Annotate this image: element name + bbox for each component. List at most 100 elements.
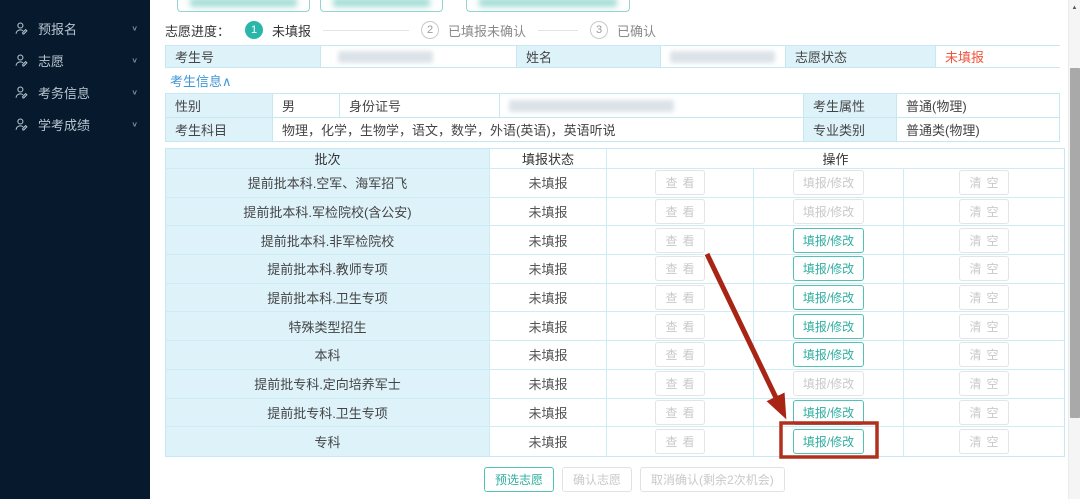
chevron-down-icon: ∨ xyxy=(131,120,138,129)
candidate-info-table: 性别 男 身份证号 考生属性 普通(物理) 考生科目 物理，化学，生物学，语文，… xyxy=(165,93,1060,142)
exam-no-value xyxy=(321,46,517,67)
name-value xyxy=(661,46,786,67)
operation-cell: 清空 xyxy=(904,169,1064,198)
footer-action-bar: 预选志愿确认志愿取消确认(剩余2次机会) xyxy=(484,467,785,492)
top-action-button-2[interactable] xyxy=(320,0,443,12)
fill-modify-button[interactable]: 填报/修改 xyxy=(793,256,864,281)
candidate-attribute-value: 普通(物理) xyxy=(897,94,1059,117)
batch-cell: 提前批本科.教师专项 xyxy=(166,255,490,284)
view-button: 查看 xyxy=(655,342,704,367)
step-circle: 2 xyxy=(421,21,439,39)
sidebar-item-label: 学考成绩 xyxy=(38,115,131,134)
candidate-summary-table: 考生号 姓名 志愿状态 未填报 xyxy=(165,45,1060,68)
status-cell: 未填报 xyxy=(490,399,607,428)
clear-button: 清空 xyxy=(959,256,1008,281)
operation-cell: 填报/修改 xyxy=(754,427,904,456)
fill-modify-button[interactable]: 填报/修改 xyxy=(793,342,864,367)
view-button: 查看 xyxy=(655,429,704,454)
scrollbar[interactable]: ▲ xyxy=(1068,0,1080,499)
operation-cell: 清空 xyxy=(904,427,1064,456)
operation-cell: 清空 xyxy=(904,198,1064,227)
progress-steps: 1未填报2已填报未确认3已确认 xyxy=(236,21,656,40)
operation-cell: 清空 xyxy=(904,370,1064,399)
sidebar-item-1[interactable]: 预报名∨ xyxy=(0,12,150,44)
id-number-label: 身份证号 xyxy=(340,94,500,117)
operation-cell: 查看 xyxy=(607,399,754,428)
view-button: 查看 xyxy=(655,371,704,396)
fill-modify-button: 填报/修改 xyxy=(793,199,864,224)
step-label: 未填报 xyxy=(272,21,311,40)
candidate-info-link[interactable]: 考生信息∧ xyxy=(170,71,232,90)
blurred-text xyxy=(479,0,617,7)
batch-cell: 本科 xyxy=(166,341,490,370)
chevron-down-icon: ∨ xyxy=(131,24,138,33)
candidate-info-link-label: 考生信息 xyxy=(170,74,222,89)
view-button: 查看 xyxy=(655,199,704,224)
operation-cell: 填报/修改 xyxy=(754,341,904,370)
view-button: 查看 xyxy=(655,314,704,339)
sidebar-item-3[interactable]: 考务信息∨ xyxy=(0,76,150,108)
header-operation: 操作 xyxy=(607,149,1064,169)
operation-cell: 清空 xyxy=(904,399,1064,428)
status-cell: 未填报 xyxy=(490,341,607,370)
sidebar-item-2[interactable]: 志愿∨ xyxy=(0,44,150,76)
clear-button: 清空 xyxy=(959,342,1008,367)
operation-cell: 查看 xyxy=(607,312,754,341)
scrollbar-thumb[interactable] xyxy=(1070,68,1080,418)
batch-cell: 专科 xyxy=(166,427,490,456)
clear-button: 清空 xyxy=(959,400,1008,425)
progress-label: 志愿进度： xyxy=(165,21,230,40)
user-edit-icon xyxy=(14,117,29,132)
batch-cell: 特殊类型招生 xyxy=(166,312,490,341)
operation-cell: 填报/修改 xyxy=(754,312,904,341)
preselect-volunteer-button[interactable]: 预选志愿 xyxy=(484,467,554,492)
fill-modify-button[interactable]: 填报/修改 xyxy=(793,400,864,425)
sidebar: 预报名∨志愿∨考务信息∨学考成绩∨ xyxy=(0,0,150,499)
clear-button: 清空 xyxy=(959,314,1008,339)
view-button: 查看 xyxy=(655,400,704,425)
blurred-text xyxy=(333,0,430,7)
operation-cell: 查看 xyxy=(607,255,754,284)
subjects-value: 物理，化学，生物学，语文，数学，外语(英语)，英语听说 xyxy=(273,118,804,141)
batch-cell: 提前批本科.非军检院校 xyxy=(166,226,490,255)
progress-bar: 志愿进度： 1未填报2已填报未确认3已确认 xyxy=(165,20,656,40)
operation-cell: 填报/修改 xyxy=(754,198,904,227)
operation-cell: 清空 xyxy=(904,341,1064,370)
id-number-value xyxy=(500,94,804,117)
clear-button: 清空 xyxy=(959,429,1008,454)
scrollbar-up-icon[interactable]: ▲ xyxy=(1069,0,1080,11)
major-category-label: 专业类别 xyxy=(804,118,897,141)
sidebar-item-label: 志愿 xyxy=(38,51,131,70)
view-button: 查看 xyxy=(655,170,704,195)
volunteer-status-value: 未填报 xyxy=(936,46,1061,67)
status-cell: 未填报 xyxy=(490,370,607,399)
status-cell: 未填报 xyxy=(490,226,607,255)
header-status: 填报状态 xyxy=(490,149,607,169)
step-circle: 1 xyxy=(245,21,263,39)
operation-cell: 清空 xyxy=(904,312,1064,341)
step-label: 已填报未确认 xyxy=(448,21,526,40)
confirm-volunteer-button: 确认志愿 xyxy=(562,467,632,492)
operation-cell: 查看 xyxy=(607,169,754,198)
operation-cell: 查看 xyxy=(607,226,754,255)
name-label: 姓名 xyxy=(517,46,661,67)
batch-table-header: 批次 填报状态 操作 xyxy=(166,149,1064,169)
operation-cell: 清空 xyxy=(904,255,1064,284)
top-action-button-1[interactable] xyxy=(177,0,310,12)
fill-modify-button[interactable]: 填报/修改 xyxy=(793,228,864,253)
operation-cell: 查看 xyxy=(607,427,754,456)
clear-button: 清空 xyxy=(959,285,1008,310)
top-action-button-3[interactable] xyxy=(466,0,630,12)
sidebar-item-4[interactable]: 学考成绩∨ xyxy=(0,108,150,140)
operation-cell: 清空 xyxy=(904,284,1064,313)
status-cell: 未填报 xyxy=(490,284,607,313)
fill-modify-button[interactable]: 填报/修改 xyxy=(793,429,864,454)
fill-modify-button[interactable]: 填报/修改 xyxy=(793,285,864,310)
fill-modify-button[interactable]: 填报/修改 xyxy=(793,314,864,339)
step-label: 已确认 xyxy=(617,21,656,40)
batch-table: 批次 填报状态 操作 提前批本科.空军、海军招飞未填报查看填报/修改清空提前批本… xyxy=(165,148,1065,457)
exam-no-label: 考生号 xyxy=(166,46,321,67)
candidate-attribute-label: 考生属性 xyxy=(804,94,897,117)
batch-cell: 提前批专科.定向培养军士 xyxy=(166,370,490,399)
chevron-down-icon: ∨ xyxy=(131,88,138,97)
